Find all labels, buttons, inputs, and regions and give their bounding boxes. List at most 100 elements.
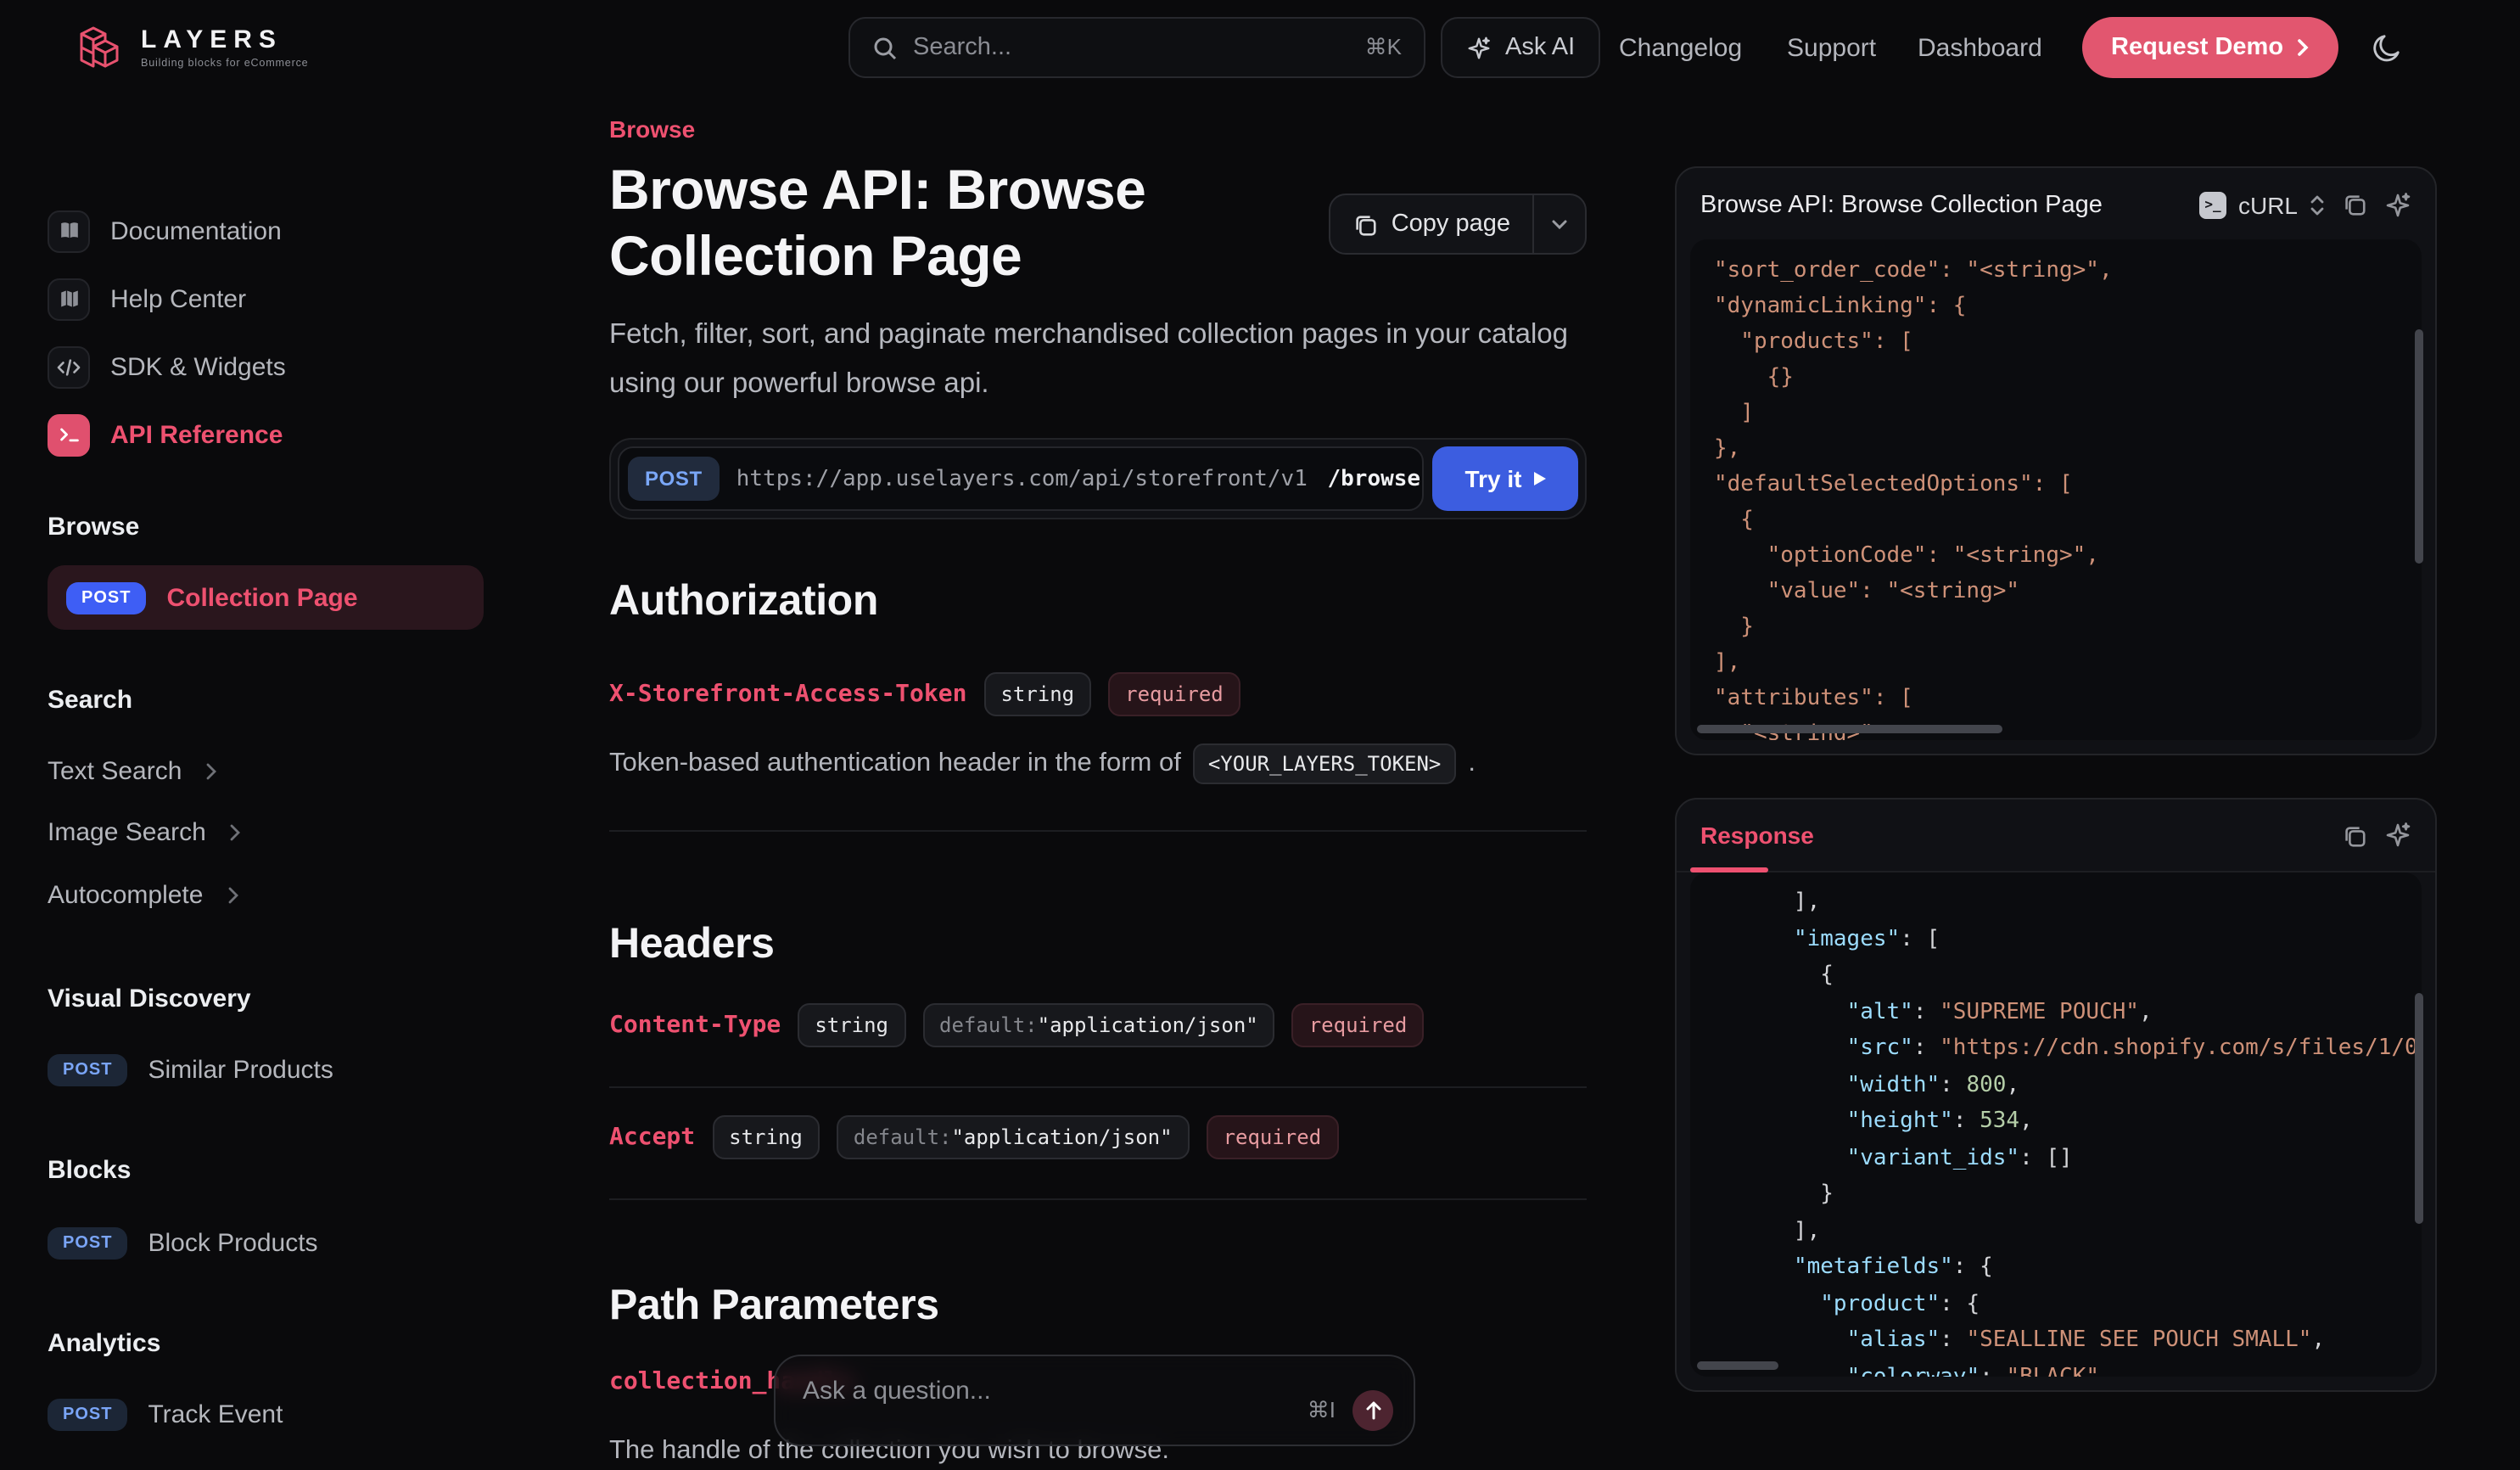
sidebar-item-label: SDK & Widgets	[110, 352, 286, 381]
submit-question-button[interactable]	[1352, 1390, 1393, 1431]
language-label: cURL	[2238, 191, 2298, 218]
app-root: LAYERS Building blocks for eCommerce Sea…	[0, 0, 2520, 1470]
endpoint-url-box[interactable]: POST https://app.uselayers.com/api/store…	[618, 446, 1424, 511]
horizontal-scrollbar[interactable]	[1697, 1361, 1778, 1370]
request-demo-button[interactable]: Request Demo	[2082, 17, 2338, 78]
chevron-right-icon	[205, 761, 217, 780]
sidebar-item-documentation[interactable]: Documentation	[48, 199, 484, 263]
page-description: Fetch, filter, sort, and paginate mercha…	[609, 311, 1587, 409]
ask-question-shortcut: ⌘I	[1308, 1397, 1336, 1424]
terminal-icon	[48, 413, 90, 456]
response-panel-header: Response	[1677, 800, 2435, 872]
code-line: },	[1714, 431, 2422, 467]
dark-mode-toggle[interactable]	[2366, 27, 2406, 68]
copy-page-menu-button[interactable]	[1534, 195, 1585, 253]
nav-link-support[interactable]: Support	[1787, 0, 1876, 95]
sidebar: Documentation Help Center SDK & Widgets	[0, 95, 509, 1470]
brand-name: LAYERS	[141, 25, 309, 53]
chevron-right-icon	[227, 885, 238, 904]
default-label: default:	[939, 1013, 1038, 1037]
code-line: }	[1714, 609, 2422, 645]
nav-link-dashboard[interactable]: Dashboard	[1918, 0, 2042, 95]
section-divider	[609, 830, 1587, 832]
code-line: "alt": "SUPREME POUCH",	[1714, 994, 2422, 1030]
code-line: "width": 800,	[1714, 1067, 2422, 1103]
type-badge: string	[983, 672, 1091, 716]
response-code: ], "images": [ { "alt": "SUPREME POUCH",…	[1690, 872, 2422, 1377]
section-divider	[609, 1198, 1587, 1200]
nav-link-changelog[interactable]: Changelog	[1619, 0, 1742, 95]
header-param-row: Accept string default:"application/json"…	[609, 1115, 1338, 1159]
param-name: Accept	[609, 1124, 695, 1151]
sidebar-section-analytics: Analytics	[48, 1329, 160, 1358]
request-panel-header: Browse API: Browse Collection Page >_ cU…	[1677, 168, 2435, 241]
sidebar-item-text-search[interactable]: Text Search	[48, 738, 484, 803]
code-line: ],	[1714, 884, 2422, 921]
method-badge: POST	[66, 581, 146, 614]
try-it-button[interactable]: Try it	[1432, 446, 1578, 511]
authorization-heading: Authorization	[609, 577, 878, 626]
endpoint-path: /browse	[1314, 466, 1420, 491]
required-badge: required	[1207, 1115, 1339, 1159]
sidebar-item-similar-products[interactable]: POST Similar Products	[48, 1037, 484, 1102]
code-line: {}	[1714, 360, 2422, 396]
method-badge: POST	[48, 1226, 127, 1259]
terminal-icon: >_	[2199, 191, 2226, 218]
sidebar-item-image-search[interactable]: Image Search	[48, 800, 484, 864]
sidebar-item-sdk-widgets[interactable]: SDK & Widgets	[48, 334, 484, 399]
ai-explain-button[interactable]	[2384, 822, 2411, 849]
search-input[interactable]: Search... ⌘K	[848, 17, 1425, 78]
default-label: default:	[854, 1125, 952, 1149]
vertical-scrollbar[interactable]	[2415, 329, 2423, 564]
code-line: "colorway": "BLACK",	[1714, 1359, 2422, 1377]
code-line: {	[1714, 502, 2422, 538]
horizontal-scrollbar[interactable]	[1697, 725, 2002, 733]
sparkle-icon	[2384, 822, 2411, 849]
auth-param-row: X-Storefront-Access-Token string require…	[609, 672, 1240, 716]
logo[interactable]: LAYERS Building blocks for eCommerce	[71, 19, 309, 75]
required-badge: required	[1292, 1003, 1425, 1047]
required-badge: required	[1108, 672, 1240, 716]
code-line: {	[1714, 957, 2422, 994]
play-icon	[1533, 472, 1545, 485]
sidebar-item-label: Documentation	[110, 216, 282, 245]
default-badge: default:"application/json"	[837, 1115, 1190, 1159]
request-demo-label: Request Demo	[2111, 34, 2283, 61]
ask-ai-button[interactable]: Ask AI	[1441, 17, 1600, 78]
type-badge: string	[712, 1115, 820, 1159]
code-line: "src": "https://cdn.shopify.com/s/files/…	[1714, 1030, 2422, 1067]
vertical-scrollbar[interactable]	[2415, 993, 2423, 1224]
request-panel-title: Browse API: Browse Collection Page	[1700, 191, 2182, 218]
search-shortcut: ⌘K	[1365, 34, 1402, 61]
code-line: "images": [	[1714, 921, 2422, 957]
breadcrumb[interactable]: Browse	[609, 115, 695, 143]
map-icon	[48, 278, 90, 320]
language-selector[interactable]: >_ cURL	[2199, 191, 2325, 218]
top-bar: LAYERS Building blocks for eCommerce Sea…	[0, 0, 2520, 95]
copy-icon	[1352, 211, 1378, 237]
page-title: Browse API: Browse Collection Page	[609, 156, 1373, 289]
description-text: Token-based authentication header in the…	[609, 749, 1181, 779]
auth-param-description: Token-based authentication header in the…	[609, 743, 1476, 784]
sparkle-icon	[1466, 35, 1492, 60]
sidebar-item-track-event[interactable]: POST Track Event	[48, 1382, 484, 1446]
sidebar-item-block-products[interactable]: POST Block Products	[48, 1210, 484, 1275]
tab-response[interactable]: Response	[1700, 799, 2325, 872]
sidebar-item-api-reference[interactable]: API Reference	[48, 402, 484, 467]
ai-explain-button[interactable]	[2384, 191, 2411, 218]
ask-question-bar[interactable]: Ask a question... ⌘I	[774, 1355, 1415, 1446]
code-icon	[48, 345, 90, 388]
default-value: "application/json"	[1038, 1013, 1258, 1037]
copy-page-button[interactable]: Copy page	[1329, 194, 1587, 255]
sidebar-item-help-center[interactable]: Help Center	[48, 267, 484, 331]
sidebar-section-search: Search	[48, 686, 132, 715]
sidebar-item-autocomplete[interactable]: Autocomplete	[48, 862, 484, 927]
description-text: .	[1468, 749, 1476, 779]
chevron-up-down-icon	[2310, 193, 2325, 216]
code-line: "products": [	[1714, 324, 2422, 360]
copy-code-button[interactable]	[2342, 192, 2367, 217]
sidebar-item-label: Image Search	[48, 817, 206, 846]
copy-code-button[interactable]	[2342, 822, 2367, 848]
response-tab-label: Response	[1700, 822, 1814, 849]
sidebar-item-collection-page[interactable]: POST Collection Page	[48, 565, 484, 630]
